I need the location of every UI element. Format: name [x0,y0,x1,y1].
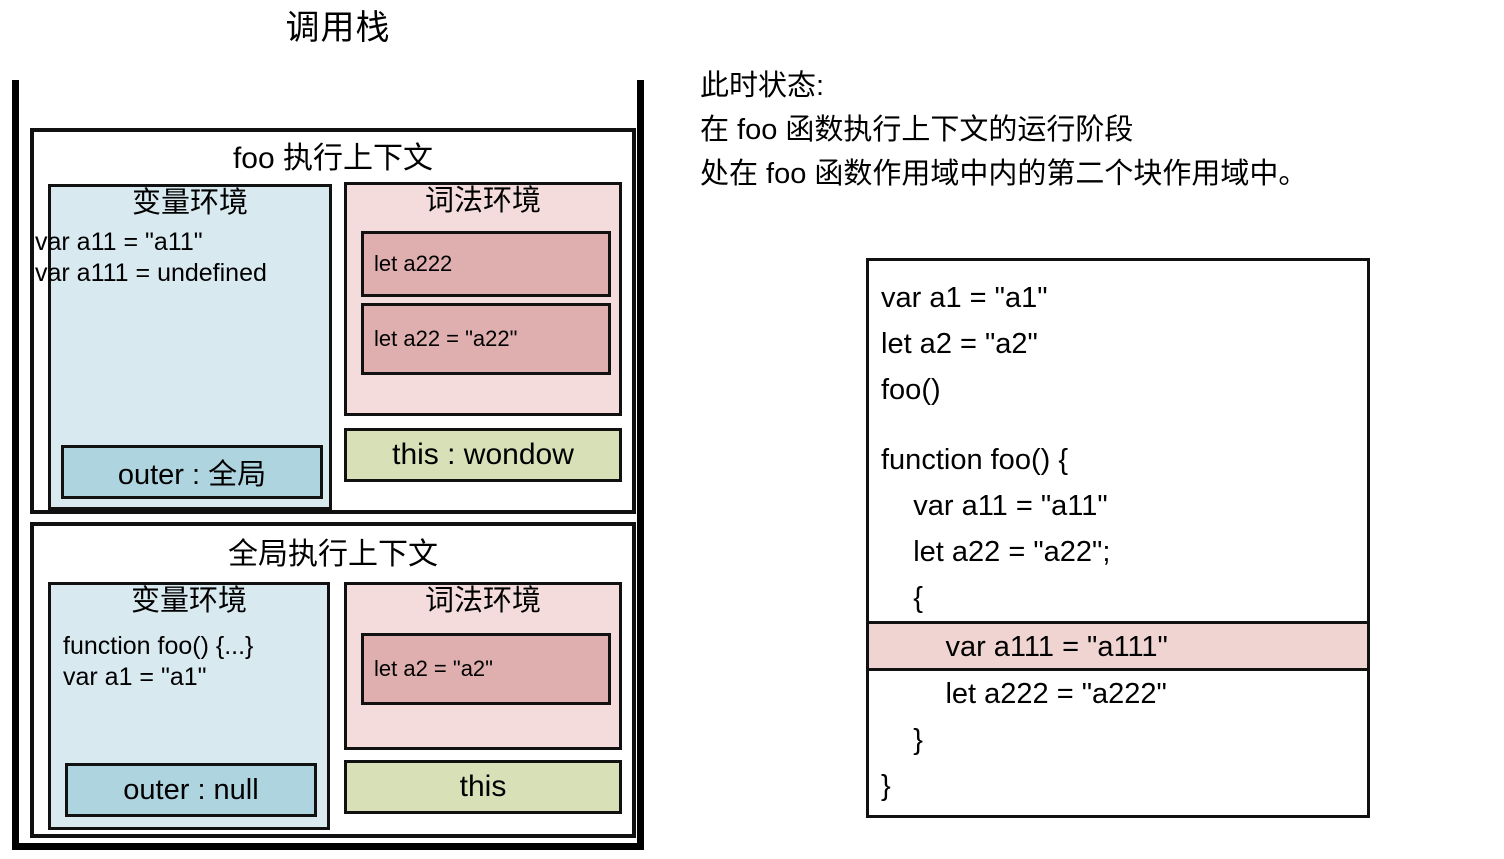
code-line: } [881,770,891,802]
outer-reference-chip: outer : 全局 [61,445,323,499]
lexical-entry-chip: let a222 [361,231,611,297]
variable-entries-list: function foo() {...} var a1 = "a1" [63,631,253,693]
lexical-environment-foo: 词法环境 let a222 let a22 = "a22" [344,182,622,416]
code-line: foo() [881,374,941,406]
execution-context-title: foo 执行上下文 [232,142,434,175]
variable-entry: var a11 = "a11" [35,228,203,256]
variable-environment-title: 变量环境 [130,585,247,617]
execution-context-global: 全局执行上下文 变量环境 function foo() {...} var a1… [30,522,636,838]
code-line: } [881,724,923,756]
code-line-highlighted: var a111 = "a111" [869,621,1367,671]
code-line: let a222 = "a222" [881,678,1167,710]
state-description-line: 处在 foo 函数作用域中内的第二个块作用域中。 [700,158,1308,190]
code-line: let a2 = "a2" [881,328,1038,360]
lexical-environment-title: 词法环境 [424,585,541,617]
state-description-line: 此时状态: [700,70,825,102]
variable-entry: function foo() {...} [63,632,254,660]
code-line: var a1 = "a1" [881,282,1048,314]
outer-reference-chip: outer : null [65,763,317,817]
variable-environment-foo: 变量环境 var a11 = "a11" var a111 = undefine… [35,184,332,510]
diagram-canvas: 调用栈 foo 执行上下文 变量环境 var a11 = "a11" var a… [0,0,1504,859]
code-line: let a22 = "a22"; [881,536,1111,568]
state-description-line: 在 foo 函数执行上下文的运行阶段 [700,114,1134,146]
code-panel: var a1 = "a1" let a2 = "a2" foo() function … [866,258,1370,818]
variable-entries-list: var a11 = "a11" var a111 = undefined [35,227,267,289]
lexical-environment-title: 词法环境 [424,185,541,217]
lexical-entry-chip: let a2 = "a2" [361,633,611,705]
execution-context-foo: foo 执行上下文 变量环境 var a11 = "a11" var a111 … [30,128,636,514]
code-line: var a11 = "a11" [881,490,1108,522]
lexical-environment-global: 词法环境 let a2 = "a2" [344,582,622,750]
code-line: { [881,582,923,614]
this-binding-chip: this [344,760,622,814]
variable-entry: var a111 = undefined [35,259,267,287]
code-lines: var a1 = "a1" let a2 = "a2" foo() function … [869,275,1367,809]
variable-environment-title: 变量环境 [131,187,248,219]
state-description: 此时状态: 在 foo 函数执行上下文的运行阶段 处在 foo 函数作用域中内的… [700,64,1490,196]
this-binding-chip: this : wondow [344,428,622,482]
variable-entry: var a1 = "a1" [63,663,207,691]
code-line: function foo() { [881,444,1068,476]
execution-context-title: 全局执行上下文 [228,538,438,571]
page-title: 调用栈 [285,9,391,47]
lexical-entry-chip: let a22 = "a22" [361,303,611,375]
variable-environment-global: 变量环境 function foo() {...} var a1 = "a1" … [48,582,330,830]
